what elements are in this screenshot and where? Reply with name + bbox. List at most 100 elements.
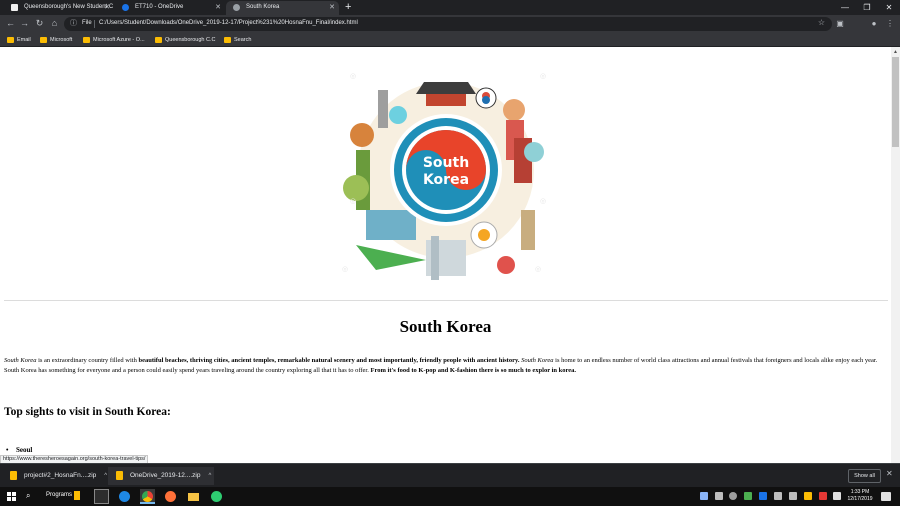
page-title: South Korea — [399, 317, 492, 336]
tab-title: South Korea — [246, 4, 280, 10]
volume-icon[interactable] — [819, 492, 827, 500]
folder-icon — [7, 37, 14, 43]
task-view-icon[interactable] — [94, 489, 109, 504]
windows-start-icon[interactable] — [7, 492, 16, 501]
reload-icon[interactable]: ↻ — [33, 17, 46, 30]
folder-icon — [155, 37, 162, 43]
zip-file-icon — [10, 471, 17, 480]
tray-icon[interactable] — [729, 492, 737, 500]
intro-text: South Korea — [521, 357, 554, 364]
tab-strip: Queensborough's New Student C ✕ ET710 - … — [0, 0, 900, 15]
show-all-button[interactable]: Show all — [848, 469, 881, 483]
extension-icon[interactable]: ▣ — [834, 18, 846, 30]
url-text[interactable]: C:/Users/Student/Downloads/OneDrive_2019… — [99, 20, 358, 26]
close-tab-icon[interactable]: ✕ — [329, 1, 335, 14]
restore-icon[interactable]: ❐ — [856, 0, 878, 15]
account-avatar-icon[interactable]: ● — [868, 18, 880, 30]
intro-text: is an extraordinary country filled with — [36, 357, 139, 364]
folder-icon — [83, 37, 90, 43]
download-item[interactable]: OneDrive_2019-12....zip ^ — [108, 467, 214, 485]
watermark-icon: ◎ — [350, 73, 357, 80]
close-downloads-icon[interactable]: ✕ — [886, 469, 893, 478]
watermark-icon: ◎ — [540, 73, 547, 80]
watermark-icon: ◎ — [540, 198, 547, 205]
close-tab-icon[interactable]: ✕ — [104, 1, 110, 14]
page-scrollbar[interactable]: ▲ — [891, 47, 900, 463]
folder-icon — [40, 37, 47, 43]
watermark-icon: ◎ — [350, 198, 357, 205]
intro-text: From it's food to K-pop and K-fashion th… — [370, 366, 577, 374]
intro-paragraph: South Korea is an extraordinary country … — [4, 356, 888, 375]
bookmark-star-icon[interactable]: ☆ — [818, 18, 825, 27]
divider — [94, 20, 95, 28]
section-heading: Top sights to visit in South Korea: — [4, 406, 171, 418]
intro-text: South Korea — [4, 357, 37, 364]
input-language-icon[interactable] — [833, 492, 841, 500]
clock-time: 1:33 PM — [850, 489, 870, 495]
horizontal-rule — [4, 300, 888, 301]
close-window-icon[interactable]: ✕ — [878, 0, 900, 15]
south-korea-hero-illustration: South Korea — [336, 60, 556, 280]
search-icon[interactable]: ⌕ — [26, 491, 30, 501]
list-item: Seoul — [6, 446, 33, 454]
bookmark-email[interactable]: Email — [7, 35, 31, 45]
folder-icon — [224, 37, 231, 43]
tab-queensborough[interactable]: Queensborough's New Student C ✕ — [4, 1, 114, 15]
zip-file-icon — [116, 471, 123, 480]
tray-icon[interactable] — [715, 492, 723, 500]
bookmark-microsoft[interactable]: Microsoft — [40, 35, 72, 45]
watermark-icon: ◎ — [535, 266, 542, 273]
tray-icon[interactable] — [759, 492, 767, 500]
intro-text: beautiful beaches, thriving cities, anci… — [138, 357, 520, 364]
watermark-icon: ◎ — [342, 266, 349, 273]
app-globe-icon[interactable] — [209, 489, 224, 504]
home-icon[interactable]: ⌂ — [48, 17, 61, 30]
tray-icon[interactable] — [700, 492, 708, 500]
tab-onedrive[interactable]: ET710 - OneDrive ✕ — [115, 1, 225, 15]
bookmarks-bar: Email Microsoft Microsoft Azure - O... Q… — [0, 33, 900, 47]
file-icon[interactable] — [74, 491, 80, 500]
chrome-browser-icon[interactable] — [140, 489, 155, 504]
tray-icon[interactable] — [744, 492, 752, 500]
bookmark-search[interactable]: Search — [224, 35, 251, 45]
chevron-up-icon[interactable]: ^ — [208, 473, 211, 479]
new-tab-button[interactable]: + — [345, 1, 351, 14]
tab-south-korea[interactable]: South Korea ✕ — [226, 1, 339, 15]
browser-toolbar: ← → ↻ ⌂ ⓘ File C:/Users/Student/Download… — [0, 15, 900, 33]
scrollbar-thumb[interactable] — [892, 57, 899, 147]
chevron-up-icon[interactable]: ^ — [104, 473, 107, 479]
tray-icon[interactable] — [789, 492, 797, 500]
page-viewport: South Korea ◎ ◎ ◎ ◎ ◎ ◎ South Korea Sout… — [0, 47, 891, 463]
hero-title-line2: Korea — [423, 172, 469, 188]
download-item[interactable]: project#2_HosnaFn....zip ^ — [2, 467, 107, 485]
onedrive-cloud-icon — [122, 4, 129, 11]
clock-date: 12/17/2019 — [847, 496, 873, 502]
taskbar-clock[interactable]: 1:33 PM 12/17/2019 — [846, 489, 874, 503]
tab-title: Queensborough's New Student C — [24, 4, 114, 10]
notification-center-icon[interactable] — [881, 492, 891, 501]
scroll-up-icon[interactable]: ▲ — [893, 49, 898, 55]
menu-kebab-icon[interactable]: ⋮ — [884, 18, 896, 30]
firefox-browser-icon[interactable] — [163, 489, 178, 504]
korea-landmarks-illustration: South Korea — [343, 82, 544, 280]
back-arrow-icon[interactable]: ← — [4, 17, 17, 30]
file-explorer-icon[interactable] — [186, 489, 201, 504]
tray-icon[interactable] — [774, 492, 782, 500]
url-scheme-label: File — [82, 20, 92, 26]
download-filename: project#2_HosnaFn....zip — [24, 472, 97, 479]
forward-arrow-icon[interactable]: → — [18, 17, 31, 30]
info-icon[interactable]: ⓘ — [70, 18, 77, 28]
bookmark-azure[interactable]: Microsoft Azure - O... — [83, 35, 145, 45]
taskbar-search-label[interactable]: Programs — [46, 492, 72, 498]
download-filename: OneDrive_2019-12....zip — [130, 472, 201, 479]
globe-icon — [233, 4, 240, 11]
edge-browser-icon[interactable] — [117, 489, 132, 504]
address-bar[interactable]: ⓘ File C:/Users/Student/Downloads/OneDri… — [64, 17, 832, 31]
minimize-icon[interactable]: — — [834, 0, 856, 15]
close-tab-icon[interactable]: ✕ — [215, 1, 221, 14]
bookmark-queensborough[interactable]: Queensborough C.C — [155, 35, 215, 45]
hero-title-line1: South — [423, 155, 469, 171]
windows-taskbar: ⌕ Programs 1:33 PM 12/17/2019 — [0, 487, 900, 506]
page-favicon-icon — [11, 4, 18, 11]
tray-icon[interactable] — [804, 492, 812, 500]
